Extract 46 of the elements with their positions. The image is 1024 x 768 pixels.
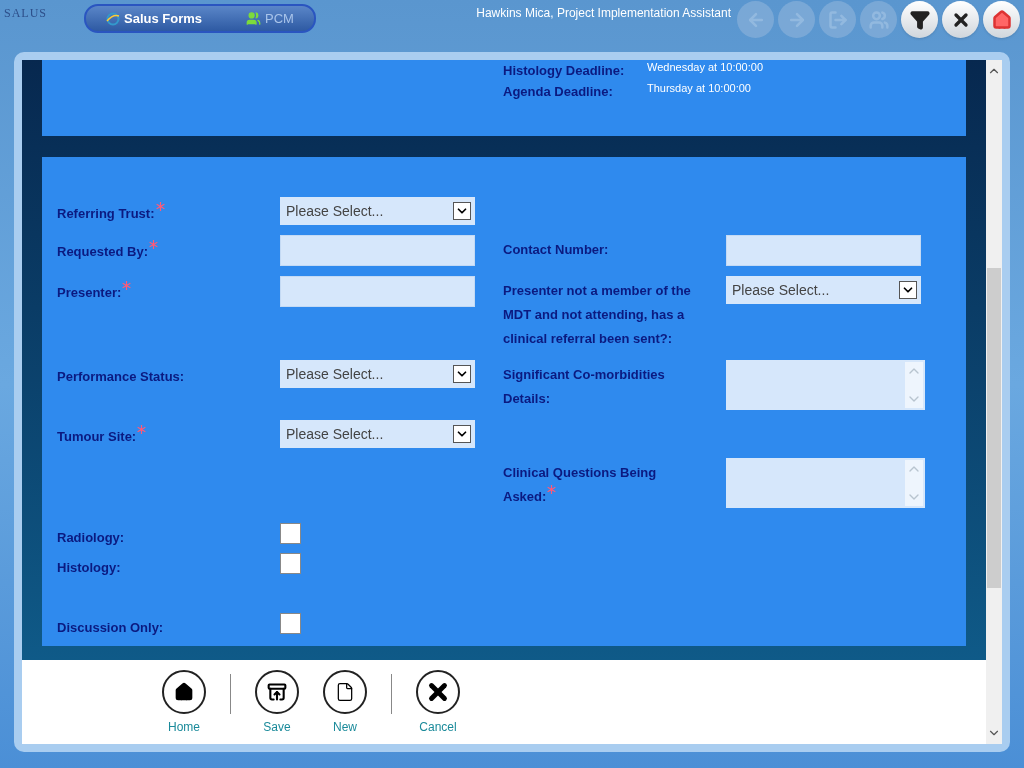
- input-field[interactable]: [280, 235, 475, 266]
- logo: SALUS: [3, 5, 48, 22]
- users-icon: [868, 9, 889, 30]
- field-label: Radiology:: [57, 530, 125, 545]
- dropdown-field[interactable]: Please Select...: [280, 420, 475, 448]
- new-file-icon: [335, 682, 355, 702]
- users-icon: [246, 11, 262, 26]
- checkbox[interactable]: [280, 553, 301, 574]
- save-icon: [267, 682, 287, 702]
- dropdown-field[interactable]: Please Select...: [280, 360, 475, 388]
- field-label: Requested By:: [57, 244, 149, 259]
- deadline-value: Thursday at 10:00:00: [647, 81, 751, 96]
- toolbar-button[interactable]: [942, 1, 979, 38]
- checkbox[interactable]: [280, 523, 301, 544]
- input-field[interactable]: [280, 276, 475, 307]
- dropdown-field[interactable]: Please Select...: [280, 197, 475, 225]
- deadline-value: Wednesday at 10:00:00: [647, 60, 763, 75]
- scrollbar[interactable]: [986, 60, 1002, 744]
- app-tab[interactable]: Salus Forms: [106, 8, 203, 29]
- exit-icon: [827, 9, 848, 30]
- filter-icon: [909, 9, 930, 30]
- user-name: Hawkins Mica, Project Implementation Assistant: [476, 5, 731, 22]
- action-button[interactable]: Home: [150, 670, 218, 736]
- field-label: Discussion Only:: [57, 620, 164, 635]
- home-icon: [174, 682, 194, 702]
- field-label: Histology:: [57, 560, 121, 575]
- field-label: Tumour Site:: [57, 429, 137, 444]
- toolbar-button[interactable]: [901, 1, 938, 38]
- checkbox[interactable]: [280, 613, 301, 634]
- dropdown-field[interactable]: Please Select...: [726, 276, 921, 304]
- action-button[interactable]: New: [311, 670, 379, 736]
- field-label: Performance Status:: [57, 369, 185, 384]
- input-field[interactable]: [726, 235, 921, 266]
- field-label: Presenter:: [57, 285, 122, 300]
- deadline-label: Histology Deadline:: [503, 62, 625, 80]
- field-label: Presenter not a member of the MDT and not attending, has a clinical referral been sent?:: [503, 283, 691, 346]
- deadline-label: Agenda Deadline:: [503, 83, 614, 101]
- app-tab[interactable]: PCM: [246, 8, 294, 29]
- field-label: Clinical Questions Being Asked:: [503, 465, 657, 504]
- field-label: Contact Number:: [503, 242, 609, 257]
- globe-icon: [106, 11, 120, 26]
- home-icon: [991, 9, 1012, 30]
- action-button[interactable]: Cancel: [404, 670, 472, 736]
- field-label: Significant Co-morbidities Details:: [503, 367, 665, 406]
- field-label: Referring Trust:: [57, 206, 155, 221]
- action-button[interactable]: Save: [243, 670, 311, 736]
